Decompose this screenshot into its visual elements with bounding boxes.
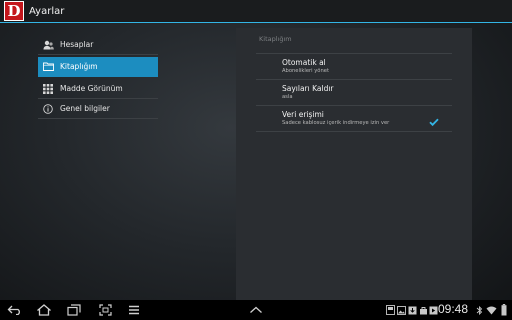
notification-icon [385,303,395,317]
sidebar-item-label: Madde Görünüm [60,84,123,93]
download-icon [407,303,417,317]
panel-header: Kitaplığım [259,35,292,43]
media-icon [428,303,438,317]
divider [256,79,452,80]
folder-icon [42,61,54,73]
battery-icon [499,303,508,317]
info-icon [42,103,54,115]
data-access-checkbox[interactable] [428,113,440,127]
image-notification-icon [396,303,406,317]
setting-summary: asla [282,94,293,100]
sidebar-item-accounts[interactable]: Hesaplar [38,35,158,55]
system-navigation-bar: 09:48 [0,300,512,320]
sidebar-item-label: Kitaplığım [60,62,98,71]
setting-summary: Sadece kablosuz içerik indirmeye izin ve… [282,120,390,126]
screenshot-icon[interactable] [97,303,113,317]
wifi-icon [485,303,497,317]
store-icon [418,303,428,317]
home-icon[interactable] [36,303,52,317]
setting-remove-issues[interactable]: Sayıları Kaldır asla [282,84,452,100]
setting-auto-download[interactable]: Otomatik al Abonelikleri yönet [282,58,452,74]
setting-title: Veri erişimi [282,110,324,119]
action-bar: D Ayarlar [0,0,512,23]
sidebar-item-item-view[interactable]: Madde Görünüm [38,79,158,99]
back-icon[interactable] [7,303,23,317]
chevron-up-icon[interactable] [248,303,264,317]
sidebar-item-library[interactable]: Kitaplığım [38,57,158,77]
settings-panel: Kitaplığım Otomatik al Abonelikleri yöne… [236,28,472,300]
recent-apps-icon[interactable] [66,303,82,317]
menu-icon[interactable] [127,303,141,317]
page-title: Ayarlar [29,5,65,17]
app-logo[interactable]: D [4,1,24,21]
bluetooth-icon [475,303,484,317]
clock-time: 09:48 [438,302,469,316]
accounts-icon [42,39,54,51]
setting-data-access[interactable]: Veri erişimi Sadece kablosuz içerik indi… [282,110,452,126]
setting-title: Sayıları Kaldır [282,84,334,93]
setting-title: Otomatik al [282,58,326,67]
divider [256,53,452,54]
grid-view-icon [42,83,54,95]
sidebar-item-label: Hesaplar [60,40,94,49]
setting-summary: Abonelikleri yönet [282,68,329,74]
divider [256,131,452,132]
sidebar-item-general-info[interactable]: Genel bilgiler [38,99,158,119]
divider [256,105,452,106]
sidebar-item-label: Genel bilgiler [60,104,110,113]
settings-sidebar: Hesaplar Kitaplığım Madde Görünüm Genel … [38,35,158,119]
